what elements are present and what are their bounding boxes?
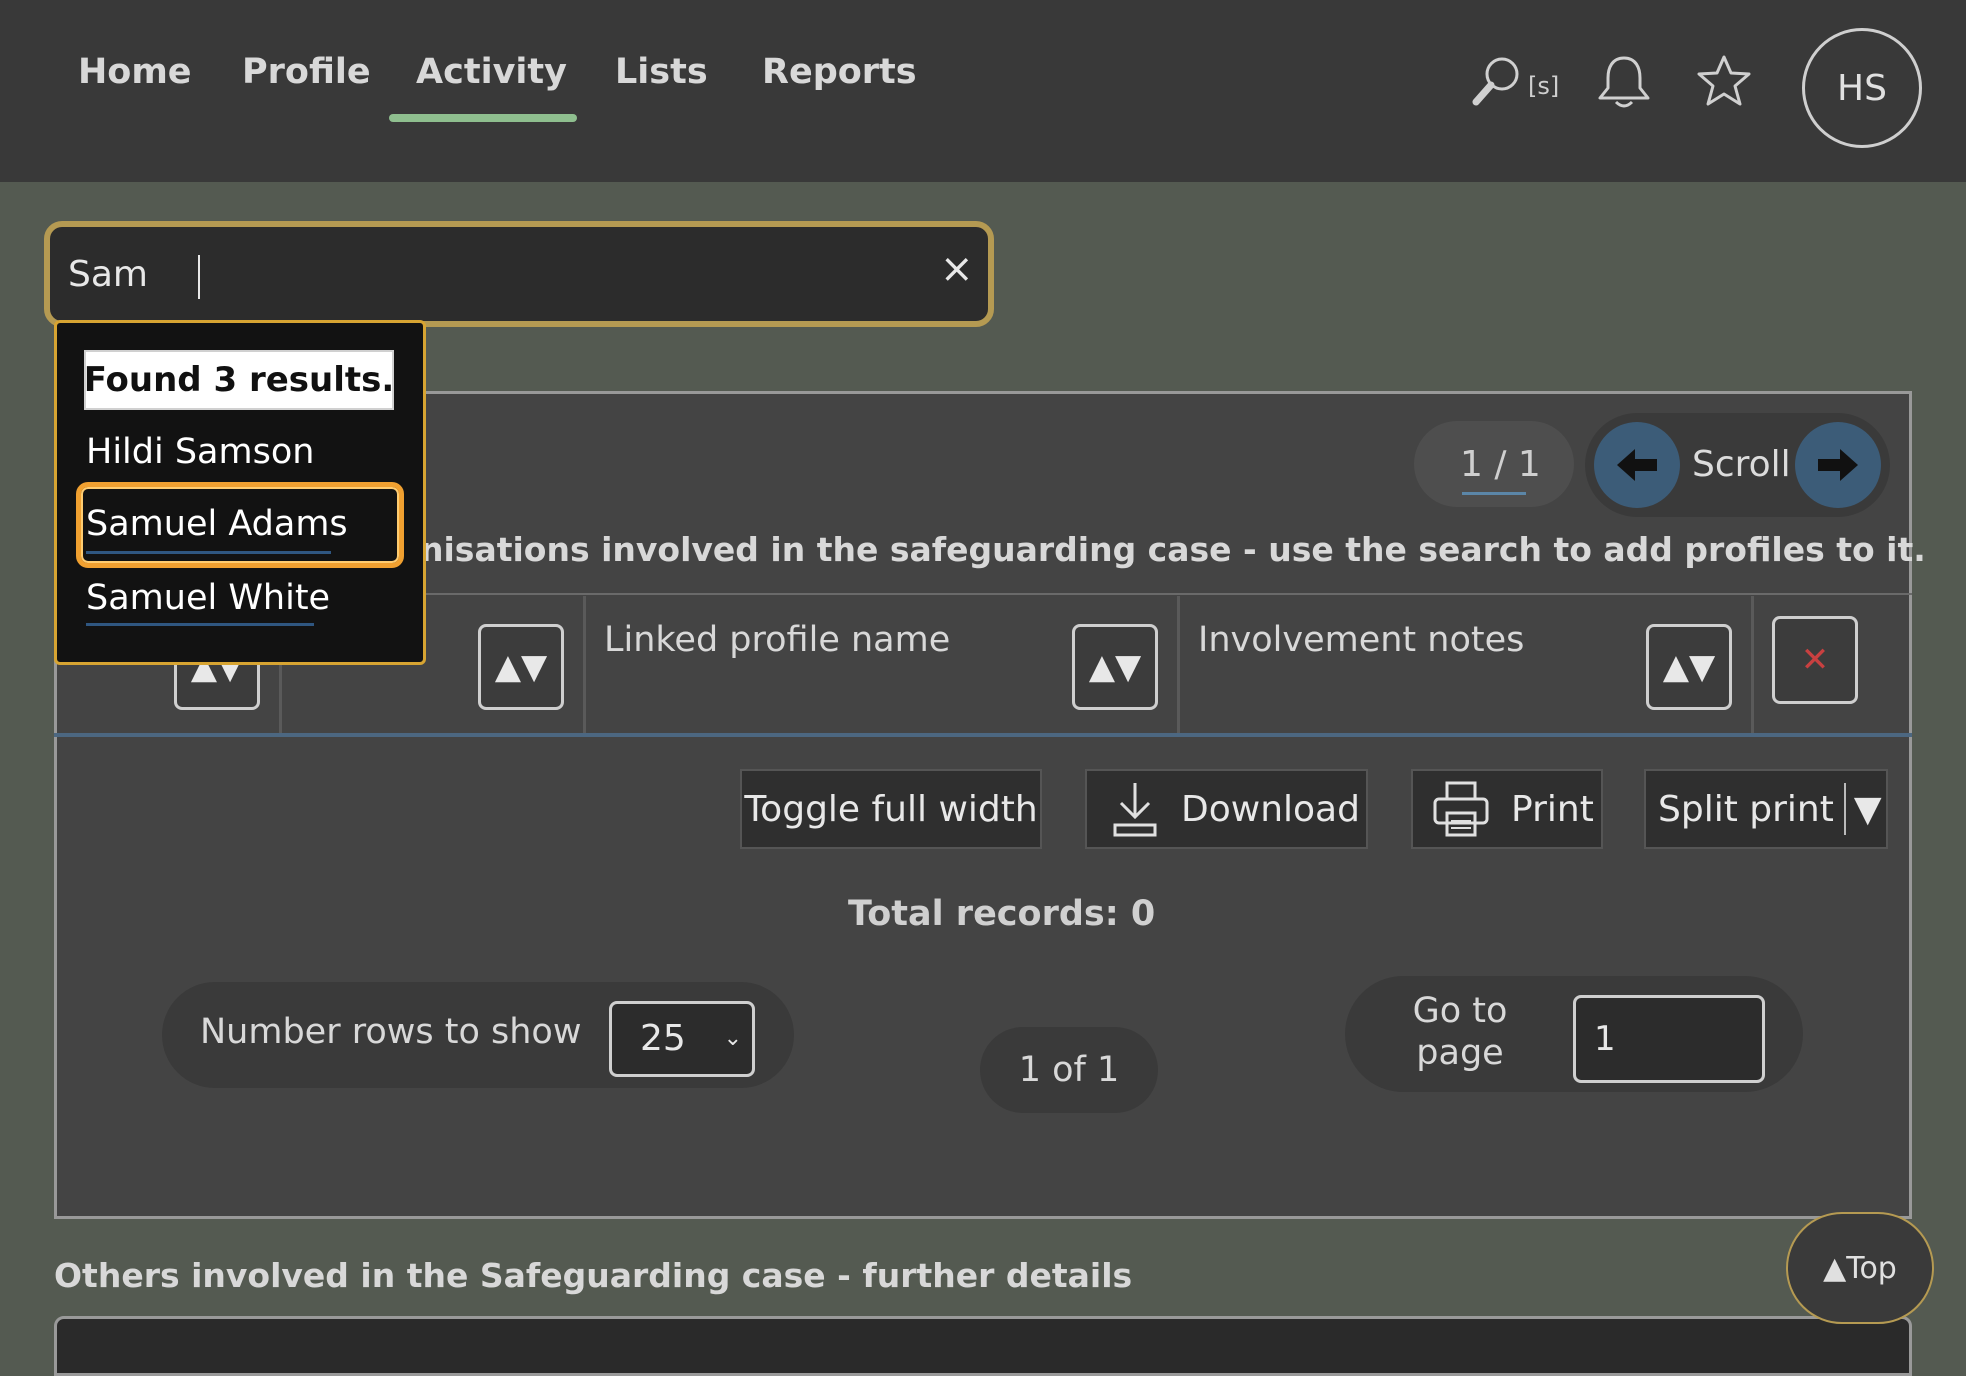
download-label: Download bbox=[1181, 788, 1360, 830]
print-label: Print bbox=[1511, 788, 1594, 830]
sort-button-involvement-notes[interactable]: ▲▼ bbox=[1646, 624, 1732, 710]
split-print-label: Split print bbox=[1658, 788, 1834, 830]
printer-icon bbox=[1431, 779, 1491, 839]
download-button[interactable]: Download bbox=[1085, 769, 1368, 849]
result-underline bbox=[86, 551, 331, 554]
nav-profile[interactable]: Profile bbox=[242, 52, 371, 92]
scroll-right-button[interactable] bbox=[1795, 422, 1881, 508]
column-header-involvement-notes: Involvement notes bbox=[1198, 620, 1525, 660]
scroll-label: Scroll bbox=[1692, 444, 1791, 485]
sort-button-col2[interactable]: ▲▼ bbox=[478, 624, 564, 710]
arrow-left-icon bbox=[1617, 449, 1657, 481]
toggle-full-width-button[interactable]: Toggle full width bbox=[740, 769, 1042, 849]
column-header-linked-profile-name: Linked profile name bbox=[604, 620, 951, 660]
page-indicator[interactable]: 1 / 1 bbox=[1460, 444, 1541, 485]
others-section-title: Others involved in the Safeguarding case… bbox=[54, 1256, 1133, 1295]
nav-reports[interactable]: Reports bbox=[762, 52, 917, 92]
nav-activity[interactable]: Activity bbox=[416, 52, 567, 92]
rows-per-page-label: Number rows to show bbox=[200, 1012, 582, 1052]
arrow-right-icon bbox=[1818, 449, 1858, 481]
go-to-page-input[interactable] bbox=[1573, 995, 1765, 1083]
download-icon bbox=[1109, 779, 1161, 839]
user-avatar[interactable]: HS bbox=[1802, 28, 1922, 148]
results-count-status: Found 3 results. bbox=[84, 350, 394, 410]
profile-search-input[interactable] bbox=[66, 251, 900, 297]
search-shortcut-hint: [s] bbox=[1528, 72, 1560, 100]
result-underline bbox=[86, 623, 314, 626]
back-to-top-button[interactable]: ▲Top bbox=[1786, 1212, 1934, 1324]
page-count: 1 of 1 bbox=[980, 1027, 1158, 1113]
column-separator[interactable] bbox=[1177, 596, 1180, 736]
caret-down-icon[interactable]: ▼ bbox=[1854, 789, 1882, 830]
scroll-left-button[interactable] bbox=[1594, 422, 1680, 508]
text-caret bbox=[198, 255, 200, 299]
delete-column-button[interactable]: ✕ bbox=[1772, 616, 1858, 704]
table-header-bottom-border bbox=[54, 733, 1912, 737]
go-to-page-label: Go to page bbox=[1412, 991, 1508, 1073]
star-icon[interactable] bbox=[1696, 54, 1752, 112]
search-icon[interactable] bbox=[1470, 54, 1522, 114]
chevron-down-icon: ⌄ bbox=[723, 1026, 742, 1051]
bell-icon[interactable] bbox=[1594, 52, 1654, 114]
split-print-divider bbox=[1843, 783, 1846, 835]
pager-underline bbox=[1462, 492, 1526, 495]
rows-per-page-value: 25 bbox=[640, 1018, 686, 1059]
column-separator[interactable] bbox=[1751, 596, 1754, 736]
others-details-box[interactable] bbox=[54, 1316, 1912, 1376]
search-result-item[interactable]: Hildi Samson bbox=[86, 432, 314, 472]
top-nav-bar: Home Profile Activity Lists Reports [s] … bbox=[0, 0, 1966, 182]
search-result-item[interactable]: Samuel White bbox=[86, 578, 330, 618]
clear-search-button[interactable]: × bbox=[940, 249, 974, 289]
profile-search-box: × bbox=[44, 221, 994, 327]
toggle-full-width-label: Toggle full width bbox=[744, 788, 1038, 830]
search-result-item-highlighted[interactable]: Samuel Adams bbox=[86, 504, 348, 544]
rows-per-page-select[interactable]: 25 ⌄ bbox=[609, 1001, 755, 1077]
panel-description: nisations involved in the safeguarding c… bbox=[420, 530, 1926, 569]
print-button[interactable]: Print bbox=[1411, 769, 1603, 849]
sort-button-linked-profile-name[interactable]: ▲▼ bbox=[1072, 624, 1158, 710]
nav-active-indicator bbox=[389, 114, 577, 122]
nav-home[interactable]: Home bbox=[78, 52, 192, 92]
total-records: Total records: 0 bbox=[848, 894, 1156, 934]
nav-lists[interactable]: Lists bbox=[615, 52, 708, 92]
column-separator[interactable] bbox=[583, 596, 586, 736]
split-print-button[interactable]: Split print ▼ bbox=[1644, 769, 1888, 849]
